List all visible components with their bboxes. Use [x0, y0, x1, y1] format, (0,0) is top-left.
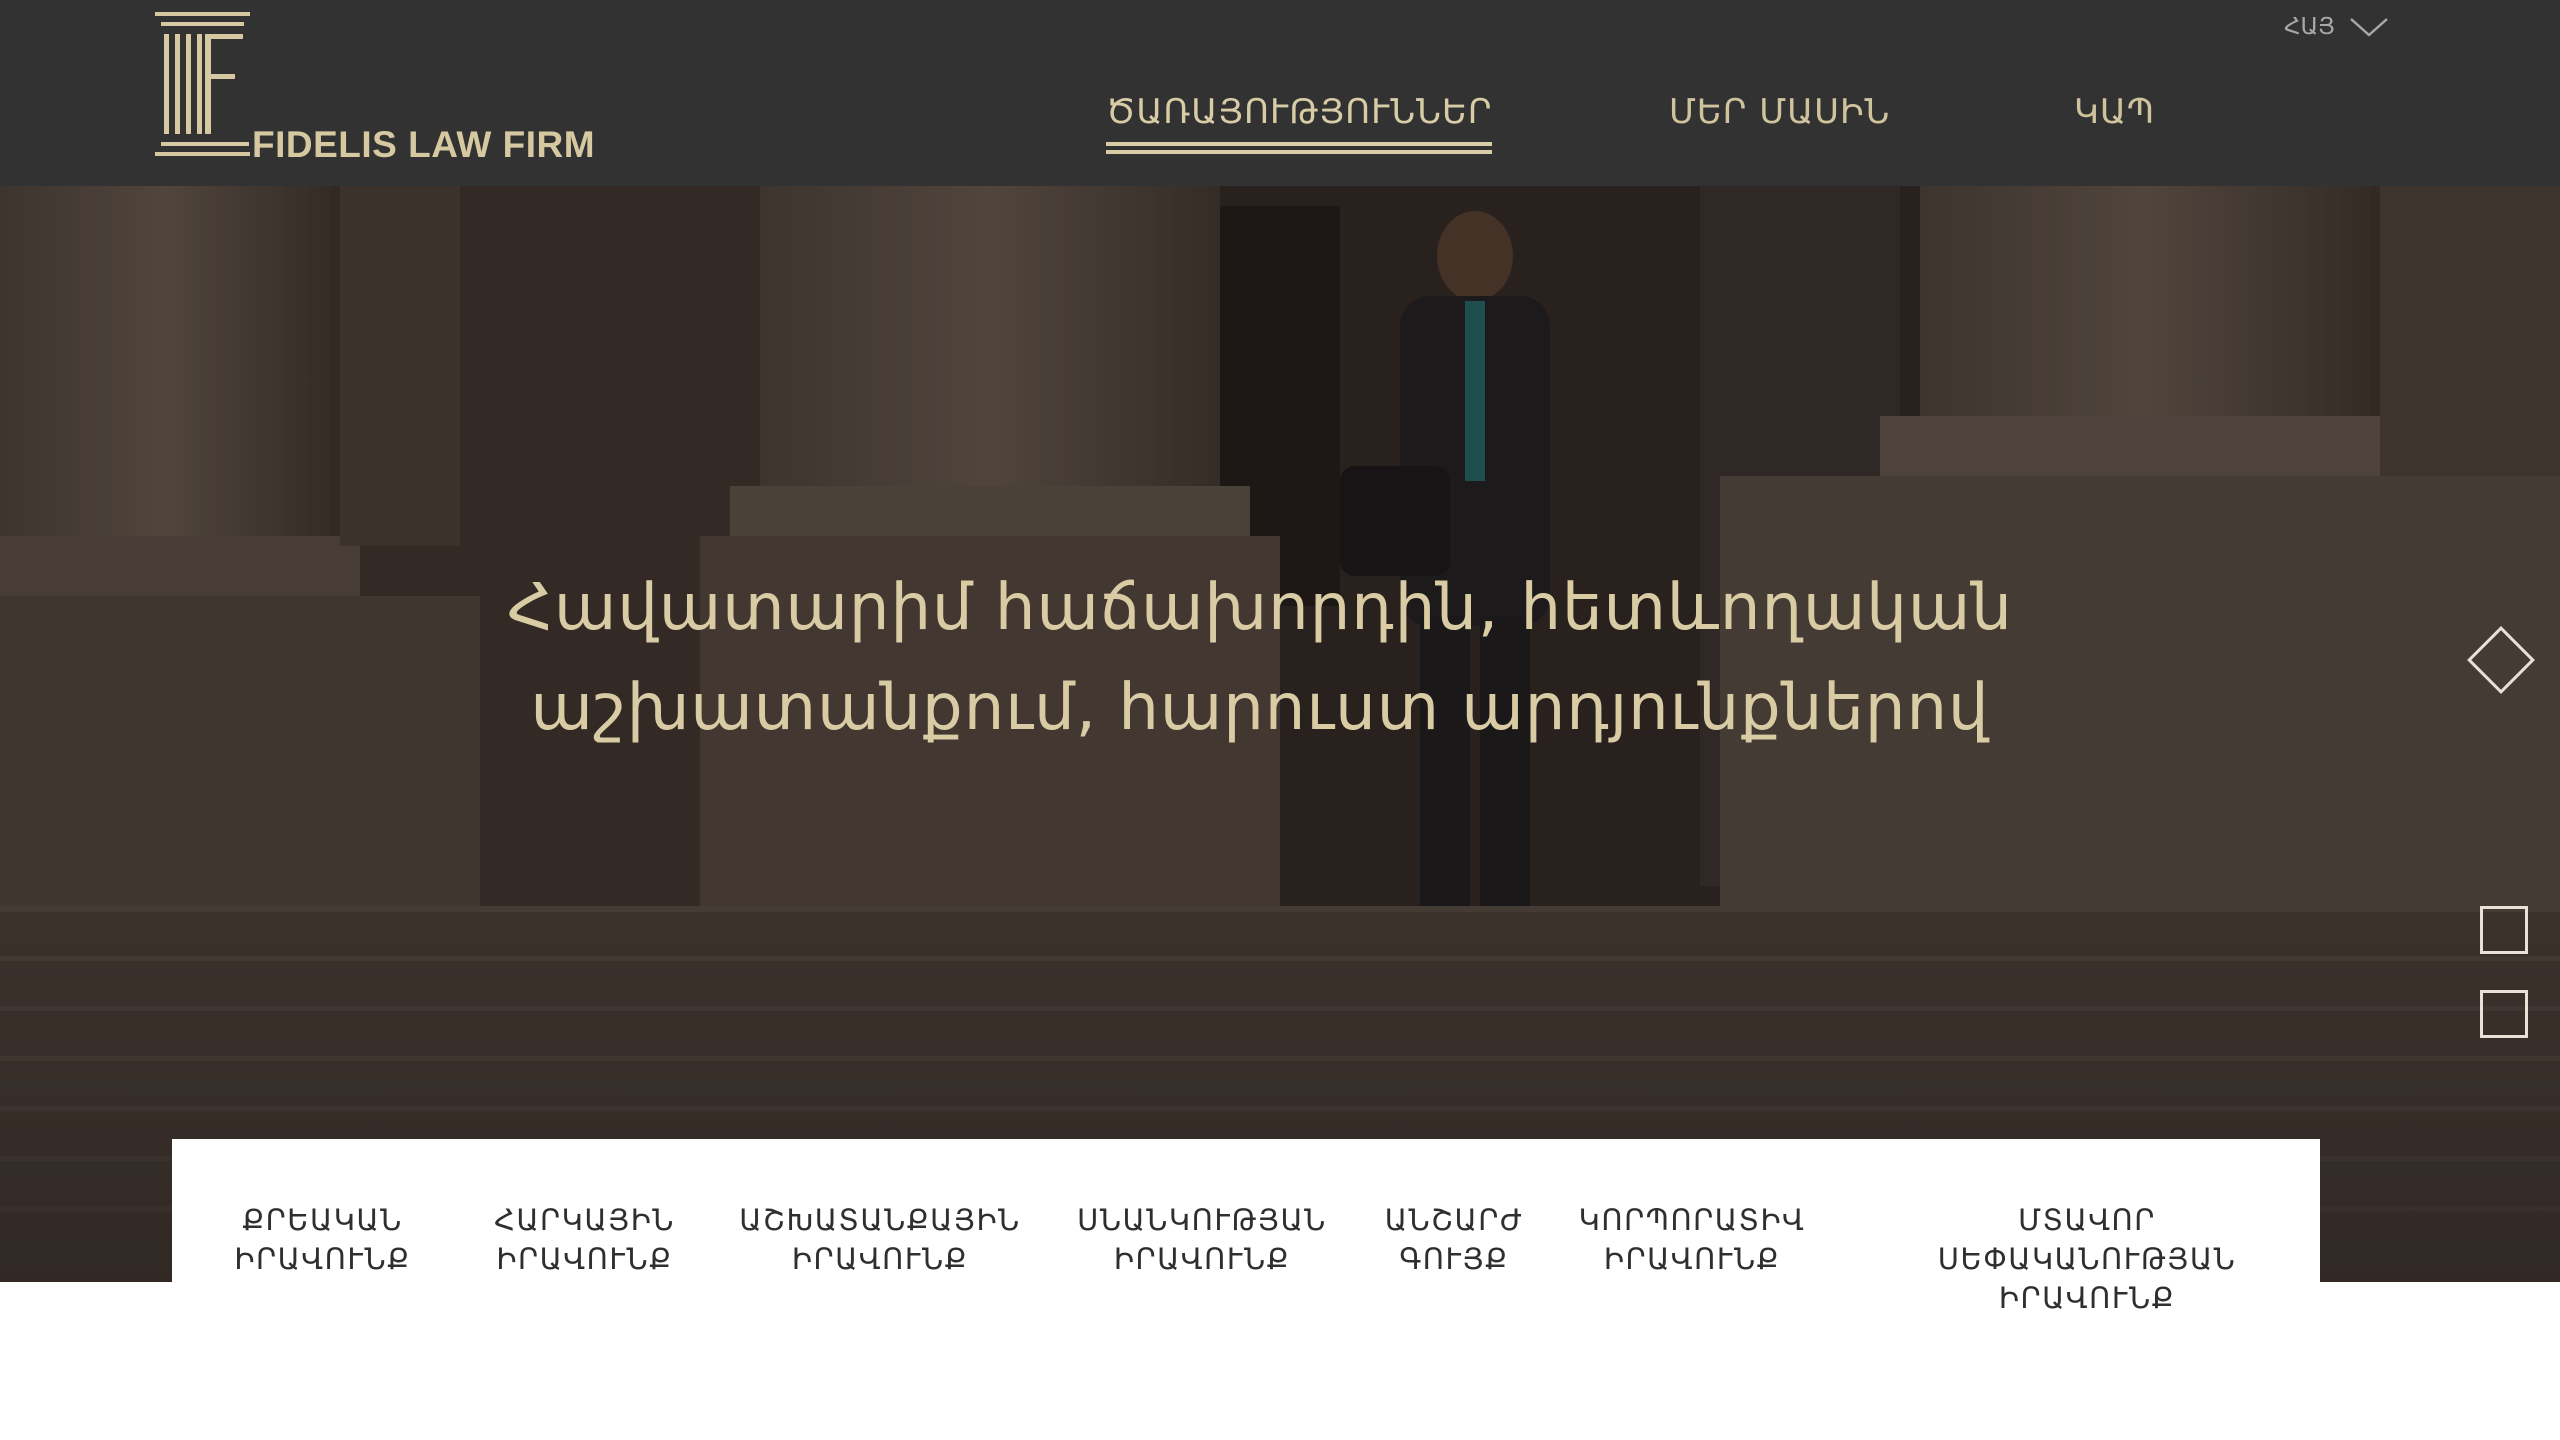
practice-area-intellectual-property[interactable]: ՄՏԱՎՈՐ ՍԵՓԱԿԱՆՈՒԹՅԱՆ ԻՐԱՎՈՒՆՔ	[1912, 1201, 2262, 1318]
practice-area-labor[interactable]: ԱՇԽԱՏԱՆՔԱՅԻՆ ԻՐԱՎՈՒՆՔ	[720, 1201, 1040, 1279]
practice-area-criminal[interactable]: ՔՐԵԱԿԱՆ ԻՐԱՎՈՒՆՔ	[200, 1201, 445, 1279]
hero-title-line-2: աշխատանքում, հարուստ արդյունքներով	[530, 671, 1990, 745]
practice-areas-bar: ՔՐԵԱԿԱՆ ԻՐԱՎՈՒՆՔ ՀԱՐԿԱՅԻՆ ԻՐԱՎՈՒՆՔ ԱՇԽԱՏ…	[172, 1139, 2320, 1329]
language-selector[interactable]: ՀԱՅ	[2284, 12, 2389, 42]
nav-item-contact[interactable]: ԿԱՊ	[2074, 92, 2155, 132]
practice-area-corporate[interactable]: ԿՈՐՊՈՐԱՏԻՎ ԻՐԱՎՈՒՆՔ	[1562, 1201, 1822, 1279]
chevron-down-icon	[2349, 18, 2388, 37]
site-header: FIDELIS LAW FIRM ՀԱՅ ԾԱՌԱՅՈՒԹՅՈՒՆՆԵՐ ՄԵՐ…	[0, 0, 2560, 186]
hero-title: Հավատարիմ հաճախորդին, հետևողական աշխատան…	[0, 558, 2520, 758]
nav-item-about[interactable]: ՄԵՐ ՄԱՍԻՆ	[1669, 92, 1890, 132]
main-nav: ԾԱՌԱՅՈՒԹՅՈՒՆՆԵՐ ՄԵՐ ՄԱՍԻՆ ԿԱՊ	[0, 92, 2560, 162]
slider-dot-3[interactable]	[2480, 990, 2528, 1038]
language-label: ՀԱՅ	[2284, 14, 2335, 40]
slider-indicators	[2464, 626, 2544, 1038]
practice-area-bankruptcy[interactable]: ՍՆԱՆԿՈՒԹՅԱՆ ԻՐԱՎՈՒՆՔ	[1057, 1201, 1347, 1279]
slider-dot-2[interactable]	[2480, 906, 2528, 954]
hero-title-line-1: Հավատարիմ հաճախորդին, հետևողական	[507, 571, 2013, 645]
hero-banner: Հավատարիմ հաճախորդին, հետևողական աշխատան…	[0, 186, 2560, 1282]
practice-area-real-estate[interactable]: ԱՆՇԱՐԺ ԳՈՒՅՔ	[1364, 1201, 1544, 1279]
practice-area-tax[interactable]: ՀԱՐԿԱՅԻՆ ԻՐԱՎՈՒՆՔ	[462, 1201, 707, 1279]
slider-dot-1[interactable]	[2467, 626, 2535, 694]
nav-item-services[interactable]: ԾԱՌԱՅՈՒԹՅՈՒՆՆԵՐ	[1106, 92, 1493, 154]
